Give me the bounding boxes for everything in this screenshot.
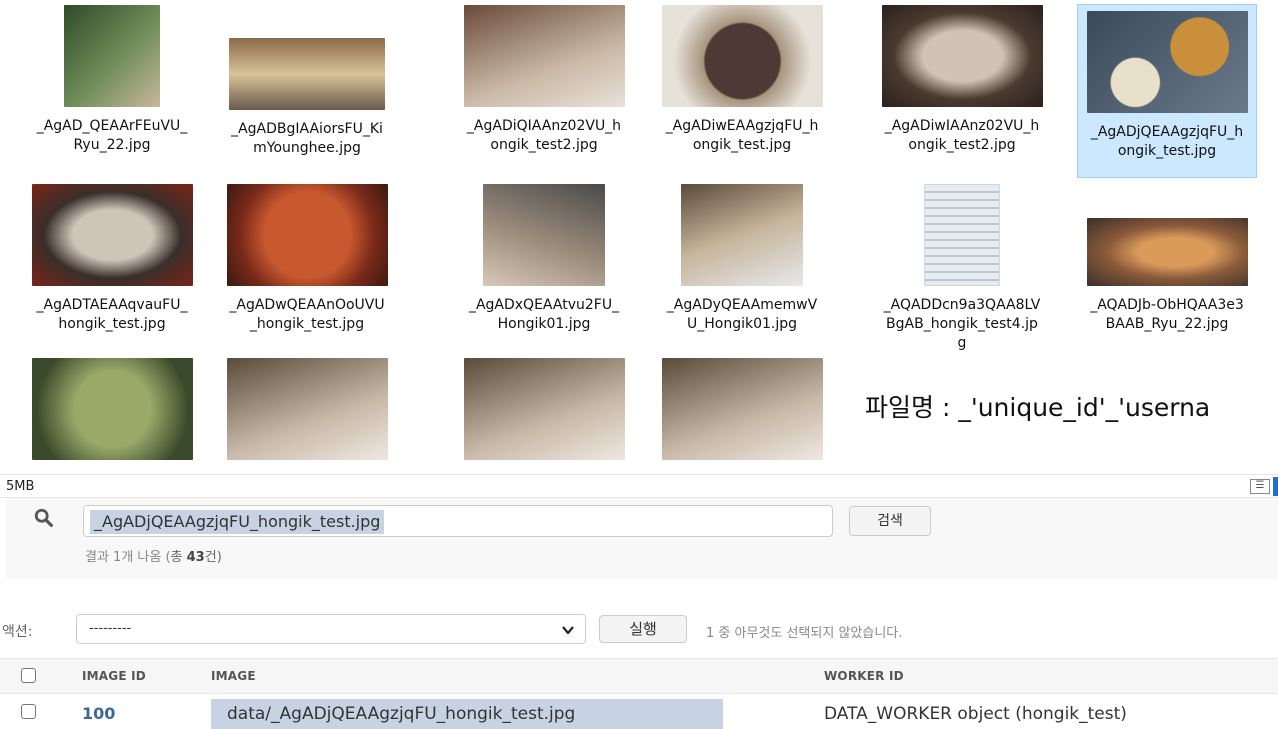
image-thumbnail: [483, 184, 605, 286]
file-tile[interactable]: _AgADiwEAAgzjqFU_hongik_test.jpg: [652, 4, 832, 156]
row-checkbox[interactable]: [21, 704, 36, 719]
file-tile[interactable]: _AgADxQEAAtvu2FU_Hongik01.jpg: [454, 183, 634, 335]
thumbnail-view-icon[interactable]: [1273, 477, 1278, 496]
selection-counter: 1 중 아무것도 선택되지 않았습니다.: [706, 626, 903, 641]
search-input[interactable]: _AgADjQEAAgzjqFU_hongik_test.jpg: [83, 505, 833, 537]
file-name: _AgADiwEAAgzjqFU_hongik_test.jpg: [665, 118, 819, 153]
image-thumbnail: [881, 5, 1043, 107]
column-header-image-id[interactable]: IMAGE ID: [82, 669, 146, 683]
result-total: 총 43건): [171, 550, 222, 565]
image-thumbnail: [229, 38, 385, 110]
search-button[interactable]: 검색: [849, 506, 931, 536]
image-thumbnail: [1086, 218, 1248, 286]
action-select[interactable]: ---------: [76, 614, 586, 644]
file-name: _AgADwQEAAnOoUVU_hongik_test.jpg: [229, 297, 385, 332]
result-total-label: 총: [170, 550, 187, 565]
column-header-image[interactable]: IMAGE: [211, 669, 256, 683]
select-all-checkbox[interactable]: [21, 668, 36, 683]
image-thumbnail: [1086, 11, 1248, 113]
file-tile[interactable]: _AgADBgIAAiorsFU_KimYounghee.jpg: [217, 4, 397, 159]
file-name: _AgADyQEAAmemwVU_Hongik01.jpg: [666, 297, 818, 332]
search-icon: [34, 508, 53, 527]
file-name: _AgADBgIAAiorsFU_KimYounghee.jpg: [231, 121, 383, 156]
action-label: 액션:: [2, 624, 33, 640]
file-tile[interactable]: [22, 357, 202, 461]
search-bar: _AgADjQEAAgzjqFU_hongik_test.jpg 검색 결과 1…: [6, 498, 1278, 579]
file-tile[interactable]: _AgADTAEAAqvauFU_hongik_test.jpg: [22, 183, 202, 335]
row-image-path: data/_AgADjQEAAgzjqFU_hongik_test.jpg: [211, 699, 723, 729]
image-thumbnail: [924, 184, 1000, 286]
file-explorer-pane: _AgAD_QEAArFEuVU_Ryu_22.jpg _AgADBgIAAio…: [0, 0, 1278, 474]
search-query-text: _AgADjQEAAgzjqFU_hongik_test.jpg: [90, 510, 385, 534]
image-thumbnail: [681, 184, 803, 286]
result-total-number: 43: [186, 550, 205, 565]
file-name: _AgADxQEAAtvu2FU_Hongik01.jpg: [468, 297, 620, 332]
file-name: _AQADJb-ObHQAA3e3BAAB_Ryu_22.jpg: [1090, 297, 1244, 332]
file-tile[interactable]: _AgADiwIAAnz02VU_hongik_test2.jpg: [872, 4, 1052, 156]
chevron-down-icon: [562, 626, 574, 635]
file-tile[interactable]: _AgADwQEAAnOoUVU_hongik_test.jpg: [217, 183, 397, 335]
file-name: _AgAD_QEAArFEuVU_Ryu_22.jpg: [36, 118, 188, 153]
image-thumbnail: [463, 5, 625, 107]
file-tile[interactable]: _AQADJb-ObHQAA3e3BAAB_Ryu_22.jpg: [1077, 183, 1257, 335]
column-header-worker-id[interactable]: WORKER ID: [824, 669, 904, 683]
file-tile[interactable]: _AgADiQIAAnz02VU_hongik_test2.jpg: [454, 4, 634, 156]
result-suffix: 건): [204, 550, 222, 565]
details-view-icon[interactable]: ☰: [1250, 479, 1270, 494]
result-prefix: 결과 1개 나옴 (: [85, 550, 171, 565]
file-tile-selected[interactable]: _AgADjQEAAgzjqFU_hongik_test.jpg: [1077, 4, 1257, 178]
actions-bar: 액션: --------- 실행 1 중 아무것도 선택되지 않았습니다.: [0, 613, 1278, 647]
file-tile[interactable]: _AgADyQEAAmemwVU_Hongik01.jpg: [652, 183, 832, 335]
status-size: 5MB: [6, 479, 35, 494]
row-image-id-link[interactable]: 100: [82, 704, 115, 723]
image-thumbnail: [661, 5, 823, 107]
row-worker-id: DATA_WORKER object (hongik_test): [824, 704, 1127, 724]
file-tile[interactable]: _AgAD_QEAArFEuVU_Ryu_22.jpg: [22, 4, 202, 156]
file-name: _AgADTAEAAqvauFU_hongik_test.jpg: [36, 297, 188, 332]
explorer-status-bar: 5MB ☰: [0, 474, 1278, 498]
file-name: _AgADiQIAAnz02VU_hongik_test2.jpg: [466, 118, 622, 153]
results-table-header: IMAGE ID IMAGE WORKER ID: [0, 658, 1278, 694]
admin-changelist: _AgADjQEAAgzjqFU_hongik_test.jpg 검색 결과 1…: [0, 498, 1278, 729]
file-name: _AgADjQEAAgzjqFU_hongik_test.jpg: [1090, 124, 1244, 159]
file-tile[interactable]: [454, 357, 634, 461]
table-row: 100 data/_AgADjQEAAgzjqFU_hongik_test.jp…: [0, 696, 1278, 729]
image-thumbnail: [31, 184, 193, 286]
image-thumbnail: [31, 358, 193, 460]
file-tile[interactable]: [652, 357, 832, 461]
image-thumbnail: [226, 184, 388, 286]
run-action-button[interactable]: 실행: [599, 615, 687, 643]
search-result-count: 결과 1개 나옴 (총 43건): [85, 546, 222, 565]
image-thumbnail: [226, 358, 388, 460]
file-tile[interactable]: [217, 357, 397, 461]
file-name: _AQADDcn9a3QAA8LVBgAB_hongik_test4.jpg: [883, 297, 1041, 351]
file-tile[interactable]: _AQADDcn9a3QAA8LVBgAB_hongik_test4.jpg: [872, 183, 1052, 354]
filename-format-note: 파일명 : _'unique_id'_'userna: [865, 393, 1211, 422]
action-selected-value: ---------: [89, 621, 132, 636]
image-thumbnail: [661, 358, 823, 460]
image-thumbnail: [463, 358, 625, 460]
file-name: _AgADiwIAAnz02VU_hongik_test2.jpg: [884, 118, 1040, 153]
image-thumbnail: [64, 5, 160, 107]
